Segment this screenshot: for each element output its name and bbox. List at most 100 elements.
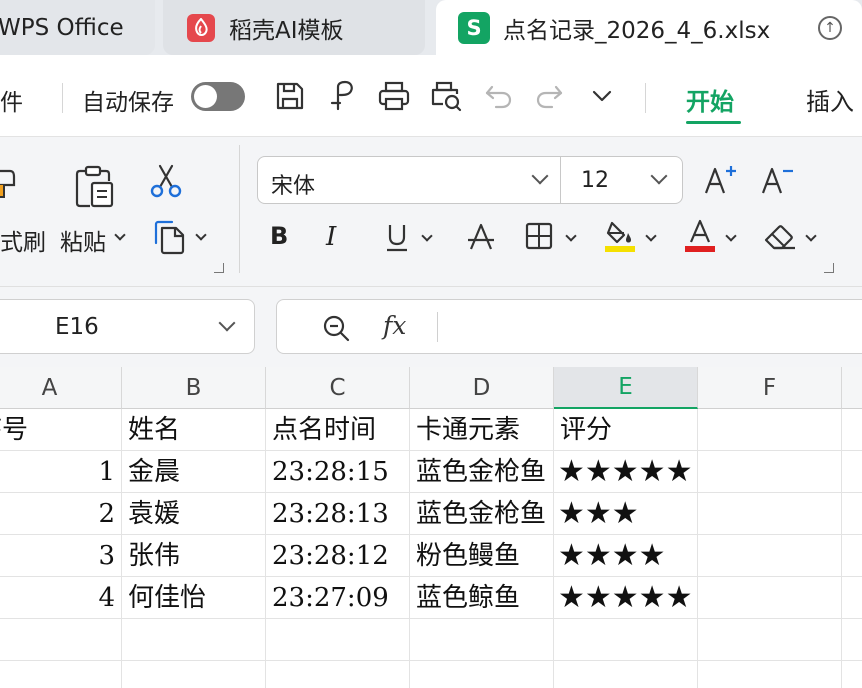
formula-input-area[interactable]: fx	[276, 299, 862, 354]
grid-cell[interactable]	[0, 619, 122, 661]
grid-cell[interactable]	[698, 409, 842, 451]
font-color-dropdown-chevron-icon[interactable]	[725, 230, 737, 242]
ribbon-tab-insert[interactable]: 插入	[806, 82, 854, 117]
font-family-select[interactable]: 宋体	[257, 156, 561, 204]
paste-label[interactable]: 粘贴	[60, 223, 106, 257]
grid-cell[interactable]	[698, 577, 842, 619]
strikethrough-icon[interactable]	[466, 221, 496, 253]
grid-cell[interactable]: 23:27:09	[266, 577, 410, 619]
bold-icon[interactable]: B	[270, 222, 288, 250]
grid-cell[interactable]: 粉色鳗鱼	[410, 535, 554, 577]
grid-cell[interactable]: 23:28:13	[266, 493, 410, 535]
copy-icon[interactable]	[152, 219, 188, 255]
grid-cell[interactable]: 姓名	[122, 409, 266, 451]
grid-cell[interactable]: 23:28:12	[266, 535, 410, 577]
grid-cell[interactable]	[842, 577, 862, 619]
save-icon[interactable]	[273, 79, 307, 113]
zoom-out-icon[interactable]	[321, 313, 351, 343]
insert-function-icon[interactable]: fx	[383, 311, 406, 340]
grid-cell[interactable]	[698, 451, 842, 493]
fill-color-dropdown-chevron-icon[interactable]	[645, 230, 657, 242]
column-header-e[interactable]: E	[554, 367, 698, 409]
tab-wps-office[interactable]: WPS Office	[0, 0, 155, 55]
grid-cell[interactable]	[554, 661, 698, 688]
grid-cell[interactable]: 序号	[0, 409, 122, 451]
italic-icon[interactable]: I	[326, 222, 336, 252]
copy-dropdown-chevron-icon[interactable]	[195, 229, 207, 241]
clear-dropdown-chevron-icon[interactable]	[805, 230, 817, 242]
font-color-icon[interactable]	[683, 217, 719, 253]
grid-cell[interactable]	[266, 619, 410, 661]
grid-cell[interactable]: ★★★	[554, 493, 698, 535]
font-group-launcher-icon[interactable]	[824, 263, 834, 273]
borders-dropdown-chevron-icon[interactable]	[565, 230, 577, 242]
grid-cell[interactable]	[698, 493, 842, 535]
grid-cell[interactable]: 4	[0, 577, 122, 619]
tab-active-spreadsheet[interactable]: S 点名记录_2026_4_6.xlsx ↑	[436, 0, 862, 55]
grid-cell[interactable]: 2	[0, 493, 122, 535]
grid-cell[interactable]: 张伟	[122, 535, 266, 577]
column-header-c[interactable]: C	[266, 367, 410, 409]
grid-cell[interactable]	[842, 619, 862, 661]
borders-icon[interactable]	[524, 221, 554, 251]
upload-arrow-icon[interactable]: ↑	[818, 16, 842, 40]
grid-cell[interactable]	[122, 619, 266, 661]
autosave-toggle[interactable]	[191, 82, 245, 111]
format-painter-icon[interactable]	[0, 163, 22, 207]
cut-icon[interactable]	[148, 163, 184, 199]
paste-icon[interactable]	[70, 163, 116, 209]
grid-cell[interactable]: 卡通元素	[410, 409, 554, 451]
paste-dropdown-chevron-icon[interactable]	[114, 229, 126, 241]
column-header-b[interactable]: B	[122, 367, 266, 409]
grid-cell[interactable]: ★★★★★	[554, 451, 698, 493]
chevron-down-icon[interactable]	[218, 314, 236, 332]
column-header-f[interactable]: F	[698, 367, 842, 409]
grid-cell[interactable]: 金晨	[122, 451, 266, 493]
grid-cell[interactable]	[698, 619, 842, 661]
column-header-a[interactable]: A	[0, 367, 122, 409]
grid-cell[interactable]	[698, 661, 842, 688]
clipboard-group-launcher-icon[interactable]	[214, 263, 224, 273]
grid-cell[interactable]	[698, 535, 842, 577]
grid-cell[interactable]: 点名时间	[266, 409, 410, 451]
print-icon[interactable]	[377, 79, 411, 113]
grid-cell[interactable]: ★★★★★	[554, 577, 698, 619]
grid-cell[interactable]	[0, 661, 122, 688]
grid-cell[interactable]	[842, 493, 862, 535]
grid-cell[interactable]	[266, 661, 410, 688]
grid-cell[interactable]: 蓝色金枪鱼	[410, 493, 554, 535]
print-preview-icon[interactable]	[429, 79, 463, 113]
eraser-icon[interactable]	[762, 220, 798, 252]
grid-cell[interactable]: 蓝色金枪鱼	[410, 451, 554, 493]
grid-cell[interactable]	[122, 661, 266, 688]
chevron-down-icon[interactable]	[585, 79, 619, 113]
grid-cell[interactable]	[842, 535, 862, 577]
grid-cell[interactable]: 何佳怡	[122, 577, 266, 619]
grid-cell[interactable]: 1	[0, 451, 122, 493]
redo-icon[interactable]	[532, 79, 566, 113]
increase-font-size-icon[interactable]	[703, 163, 739, 197]
format-painter-label[interactable]: 式刷	[0, 223, 46, 257]
export-pdf-icon[interactable]	[326, 79, 360, 113]
grid-cell[interactable]	[410, 619, 554, 661]
underline-icon[interactable]	[384, 221, 412, 253]
grid-cell[interactable]: 袁媛	[122, 493, 266, 535]
decrease-font-size-icon[interactable]	[760, 163, 796, 197]
grid-cell[interactable]: 评分	[554, 409, 698, 451]
column-header-g[interactable]	[842, 367, 862, 409]
grid-cell[interactable]: ★★★★	[554, 535, 698, 577]
font-size-select[interactable]: 12	[561, 156, 683, 204]
file-menu[interactable]: 件	[0, 83, 23, 117]
grid-cell[interactable]	[842, 661, 862, 688]
undo-icon[interactable]	[482, 79, 516, 113]
fill-color-icon[interactable]	[603, 217, 639, 253]
tab-daoke-ai-templates[interactable]: 稻壳AI模板	[163, 0, 425, 55]
grid-cell[interactable]	[842, 409, 862, 451]
grid-cell[interactable]: 23:28:15	[266, 451, 410, 493]
column-header-d[interactable]: D	[410, 367, 554, 409]
ribbon-tab-start[interactable]: 开始	[686, 82, 734, 117]
grid-cell[interactable]	[554, 619, 698, 661]
grid-cell[interactable]: 3	[0, 535, 122, 577]
grid-cell[interactable]: 蓝色鲸鱼	[410, 577, 554, 619]
name-box[interactable]: E16	[0, 299, 255, 354]
